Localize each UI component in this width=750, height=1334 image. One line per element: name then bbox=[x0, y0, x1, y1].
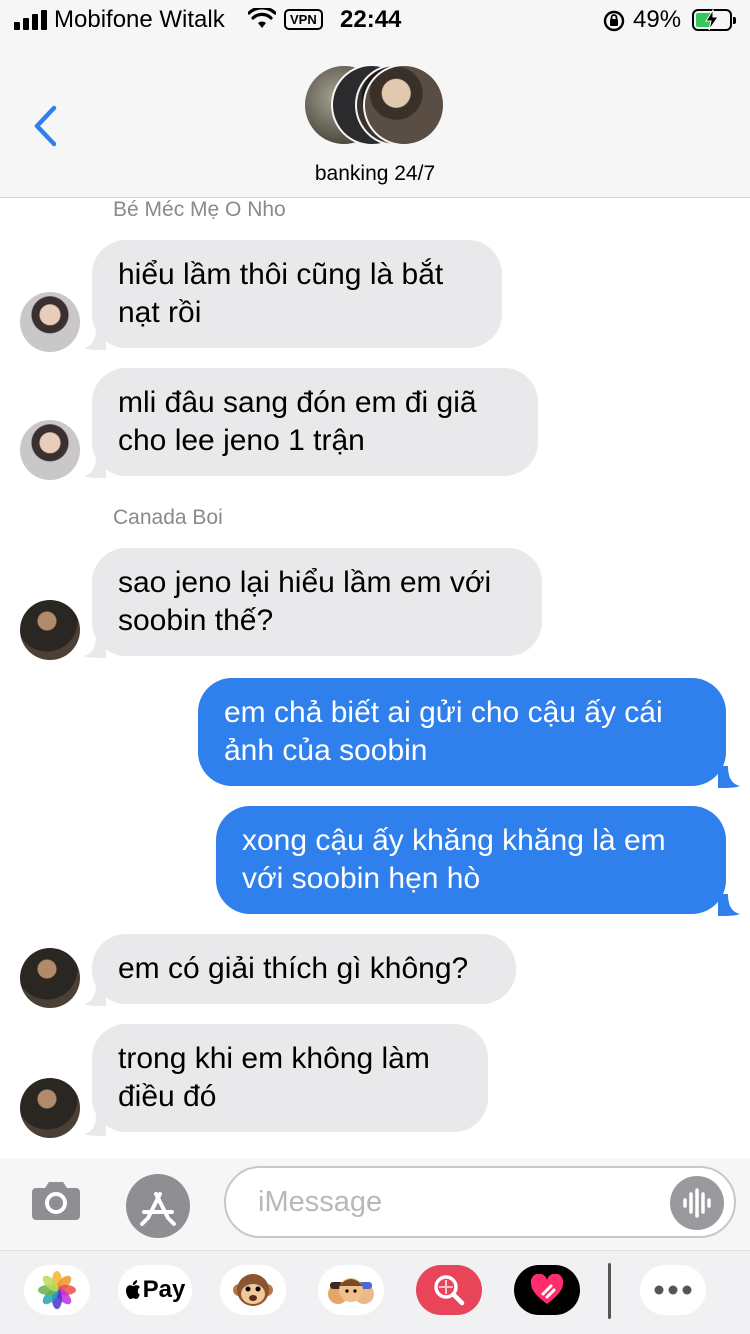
waveform-icon bbox=[683, 1188, 711, 1218]
avatar[interactable] bbox=[20, 1078, 80, 1138]
carrier-name: Mobifone Witalk bbox=[54, 6, 225, 33]
message-input-placeholder: iMessage bbox=[258, 1186, 383, 1218]
avatar[interactable] bbox=[20, 292, 80, 352]
message-bubble-incoming[interactable]: trong khi em không làm điều đó bbox=[92, 1024, 488, 1132]
apple-icon bbox=[125, 1280, 140, 1299]
avatar[interactable] bbox=[20, 420, 80, 480]
memoji-button[interactable] bbox=[318, 1265, 384, 1315]
apple-pay-label: Pay bbox=[142, 1276, 186, 1303]
message-bubble-outgoing[interactable]: em chả biết ai gửi cho cậu ấy cái ảnh củ… bbox=[198, 678, 726, 786]
message-bubble-incoming[interactable]: hiểu lầm thôi cũng là bắt nạt rồi bbox=[92, 240, 502, 348]
animoji-button[interactable] bbox=[220, 1265, 286, 1315]
signal-icon bbox=[14, 10, 47, 30]
search-images-button[interactable] bbox=[416, 1265, 482, 1315]
app-drawer: Pay bbox=[0, 1250, 750, 1334]
message-bubble-incoming[interactable]: sao jeno lại hiểu lầm em với soobin thế? bbox=[92, 548, 542, 656]
message-bubble-outgoing[interactable]: xong cậu ấy khăng khăng là em với soobin… bbox=[216, 806, 726, 914]
conversation-header: banking 24/7 bbox=[0, 40, 750, 198]
heart-touch-icon bbox=[530, 1274, 564, 1304]
more-apps-button[interactable] bbox=[640, 1265, 706, 1315]
vpn-badge: VPN bbox=[284, 9, 323, 30]
battery-percent: 49% bbox=[633, 6, 682, 33]
camera-icon[interactable] bbox=[30, 1178, 82, 1222]
composer-bar: iMessage bbox=[0, 1158, 750, 1250]
back-chevron-icon[interactable] bbox=[30, 104, 60, 148]
apple-pay-button[interactable]: Pay bbox=[118, 1265, 192, 1315]
sender-name: Canada Boi bbox=[113, 506, 223, 529]
more-icon bbox=[654, 1285, 692, 1295]
avatar[interactable] bbox=[20, 948, 80, 1008]
avatar[interactable] bbox=[20, 600, 80, 660]
monkey-icon bbox=[233, 1274, 273, 1306]
audio-message-button[interactable] bbox=[670, 1176, 724, 1230]
image-search-icon bbox=[434, 1275, 465, 1306]
message-bubble-incoming[interactable]: mli đâu sang đón em đi giã cho lee jeno … bbox=[92, 368, 538, 476]
group-avatars[interactable] bbox=[303, 64, 453, 148]
message-bubble-incoming[interactable]: em có giải thích gì không? bbox=[92, 934, 516, 1004]
message-list[interactable]: Bé Méc Mẹ O Nho hiểu lầm thôi cũng là bắ… bbox=[0, 198, 750, 1158]
battery-icon bbox=[692, 9, 736, 31]
digital-touch-button[interactable] bbox=[514, 1265, 580, 1315]
app-store-button[interactable] bbox=[126, 1174, 190, 1238]
app-store-icon bbox=[140, 1192, 176, 1226]
message-input[interactable]: iMessage bbox=[224, 1166, 736, 1238]
status-bar: Mobifone Witalk VPN 22:44 49% bbox=[0, 0, 750, 40]
drawer-divider bbox=[608, 1263, 611, 1319]
memoji-icon bbox=[328, 1278, 374, 1304]
clock: 22:44 bbox=[340, 6, 402, 33]
orientation-lock-icon bbox=[603, 10, 625, 32]
wifi-icon bbox=[248, 8, 276, 28]
photos-app-button[interactable] bbox=[24, 1265, 90, 1315]
photos-icon bbox=[38, 1271, 76, 1309]
group-avatar-4 bbox=[363, 64, 445, 146]
group-name[interactable]: banking 24/7 bbox=[0, 162, 750, 186]
sender-name: Bé Méc Mẹ O Nho bbox=[113, 198, 286, 221]
